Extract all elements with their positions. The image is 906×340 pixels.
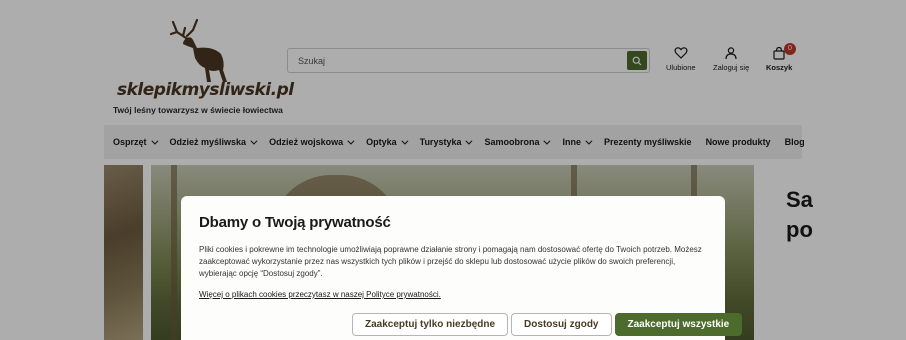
privacy-policy-link[interactable]: Więcej o plikach cookies przeczytasz w n… [199, 290, 707, 299]
cookie-title: Dbamy o Twoją prywatność [199, 214, 391, 231]
accept-all-button[interactable]: Zaakceptuj wszystkie [614, 313, 743, 336]
accept-necessary-button[interactable]: Zaakceptuj tylko niezbędne [352, 313, 509, 336]
cookie-consent-dialog: Dbamy o Twoją prywatność Pliki cookies i… [181, 196, 743, 340]
cookie-buttons: Zaakceptuj tylko niezbędne Dostosuj zgod… [352, 313, 743, 336]
cookie-body: Pliki cookies i pokrewne im technologie … [199, 245, 702, 278]
customize-consent-button[interactable]: Dostosuj zgody [511, 313, 612, 336]
